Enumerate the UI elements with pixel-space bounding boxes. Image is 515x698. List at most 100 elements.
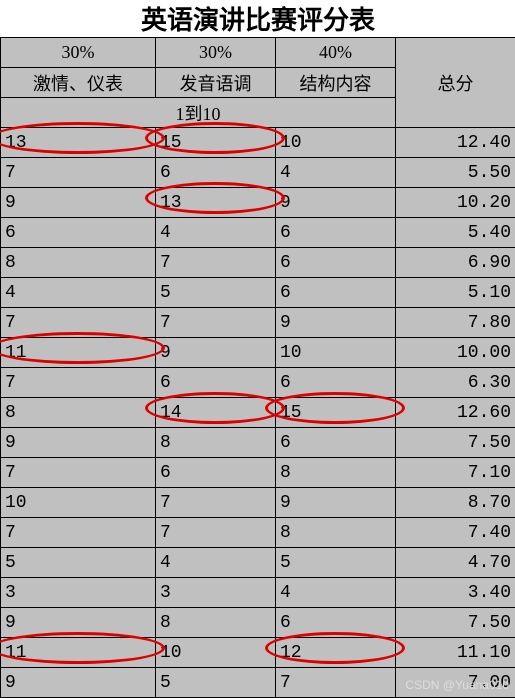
cell-c1: 11	[1, 338, 156, 368]
cell-c1: 7	[1, 458, 156, 488]
cell-c3: 9	[276, 308, 396, 338]
cell-c1: 9	[1, 428, 156, 458]
cell-c3: 4	[276, 578, 396, 608]
weight-col1: 30%	[1, 38, 156, 68]
cell-c2: 8	[156, 608, 276, 638]
cell-c2: 15	[156, 128, 276, 158]
weight-col3: 40%	[276, 38, 396, 68]
table-row: 7645.50	[1, 158, 515, 188]
cell-c3: 6	[276, 428, 396, 458]
cell-c1: 5	[1, 548, 156, 578]
cell-c4: 8.70	[396, 488, 515, 518]
table-row: 9867.50	[1, 608, 515, 638]
cell-c4: 7.50	[396, 608, 515, 638]
watermark-text: CSDN @Yuana010	[405, 678, 509, 692]
range-label: 1到10	[1, 98, 396, 128]
cell-c2: 7	[156, 248, 276, 278]
cell-c2: 9	[156, 338, 276, 368]
cell-c1: 7	[1, 368, 156, 398]
cell-c2: 5	[156, 668, 276, 698]
cell-c1: 8	[1, 398, 156, 428]
cell-c1: 4	[1, 278, 156, 308]
cell-c3: 7	[276, 668, 396, 698]
cell-c4: 5.50	[396, 158, 515, 188]
cell-c4: 12.40	[396, 128, 515, 158]
table-row: 5454.70	[1, 548, 515, 578]
cell-c3: 8	[276, 458, 396, 488]
cell-c2: 7	[156, 488, 276, 518]
cell-c2: 5	[156, 278, 276, 308]
cell-c3: 15	[276, 398, 396, 428]
cell-c1: 3	[1, 578, 156, 608]
cell-c2: 4	[156, 218, 276, 248]
weight-col2: 30%	[156, 38, 276, 68]
cell-c4: 5.40	[396, 218, 515, 248]
table-row: 8141512.60	[1, 398, 515, 428]
cell-c2: 6	[156, 368, 276, 398]
cell-c4: 7.10	[396, 458, 515, 488]
table-row: 7687.10	[1, 458, 515, 488]
cell-c1: 6	[1, 218, 156, 248]
cell-c3: 9	[276, 488, 396, 518]
cell-c3: 10	[276, 128, 396, 158]
cell-c3: 5	[276, 548, 396, 578]
cell-c4: 10.20	[396, 188, 515, 218]
cell-c3: 6	[276, 368, 396, 398]
cell-c1: 9	[1, 608, 156, 638]
header-col1: 激情、仪表	[1, 68, 156, 98]
table-row: 913910.20	[1, 188, 515, 218]
table-row: 4565.10	[1, 278, 515, 308]
table-row: 8766.90	[1, 248, 515, 278]
cell-c3: 12	[276, 638, 396, 668]
cell-c4: 5.10	[396, 278, 515, 308]
cell-c1: 10	[1, 488, 156, 518]
cell-c2: 4	[156, 548, 276, 578]
cell-c1: 8	[1, 248, 156, 278]
table-row: 7797.80	[1, 308, 515, 338]
cell-c1: 7	[1, 308, 156, 338]
cell-c4: 11.10	[396, 638, 515, 668]
table-row: 3343.40	[1, 578, 515, 608]
cell-c2: 10	[156, 638, 276, 668]
table-row: 7787.40	[1, 518, 515, 548]
table-row: 13151012.40	[1, 128, 515, 158]
cell-c3: 4	[276, 158, 396, 188]
cell-c2: 3	[156, 578, 276, 608]
cell-c3: 6	[276, 218, 396, 248]
table-row: 6465.40	[1, 218, 515, 248]
cell-c1: 11	[1, 638, 156, 668]
cell-c1: 7	[1, 518, 156, 548]
header-col2: 发音语调	[156, 68, 276, 98]
cell-c1: 9	[1, 188, 156, 218]
cell-c2: 6	[156, 458, 276, 488]
table-row: 1191010.00	[1, 338, 515, 368]
cell-c2: 7	[156, 308, 276, 338]
cell-c4: 3.40	[396, 578, 515, 608]
cell-c1: 13	[1, 128, 156, 158]
header-total: 总分	[396, 38, 515, 128]
cell-c4: 10.00	[396, 338, 515, 368]
cell-c4: 6.90	[396, 248, 515, 278]
cell-c4: 4.70	[396, 548, 515, 578]
cell-c2: 7	[156, 518, 276, 548]
cell-c3: 6	[276, 278, 396, 308]
cell-c4: 12.60	[396, 398, 515, 428]
cell-c4: 7.40	[396, 518, 515, 548]
table-row: 11101211.10	[1, 638, 515, 668]
cell-c2: 13	[156, 188, 276, 218]
cell-c3: 6	[276, 248, 396, 278]
cell-c2: 14	[156, 398, 276, 428]
cell-c2: 8	[156, 428, 276, 458]
cell-c3: 8	[276, 518, 396, 548]
cell-c3: 6	[276, 608, 396, 638]
table-title: 英语演讲比赛评分表	[1, 0, 515, 38]
cell-c1: 7	[1, 158, 156, 188]
cell-c4: 7.80	[396, 308, 515, 338]
header-col3: 结构内容	[276, 68, 396, 98]
table-row: 7666.30	[1, 368, 515, 398]
cell-c1: 9	[1, 668, 156, 698]
score-table: 英语演讲比赛评分表 30% 30% 40% 总分 激情、仪表 发音语调 结构内容…	[0, 0, 515, 698]
cell-c3: 9	[276, 188, 396, 218]
cell-c3: 10	[276, 338, 396, 368]
table-row: 9867.50	[1, 428, 515, 458]
